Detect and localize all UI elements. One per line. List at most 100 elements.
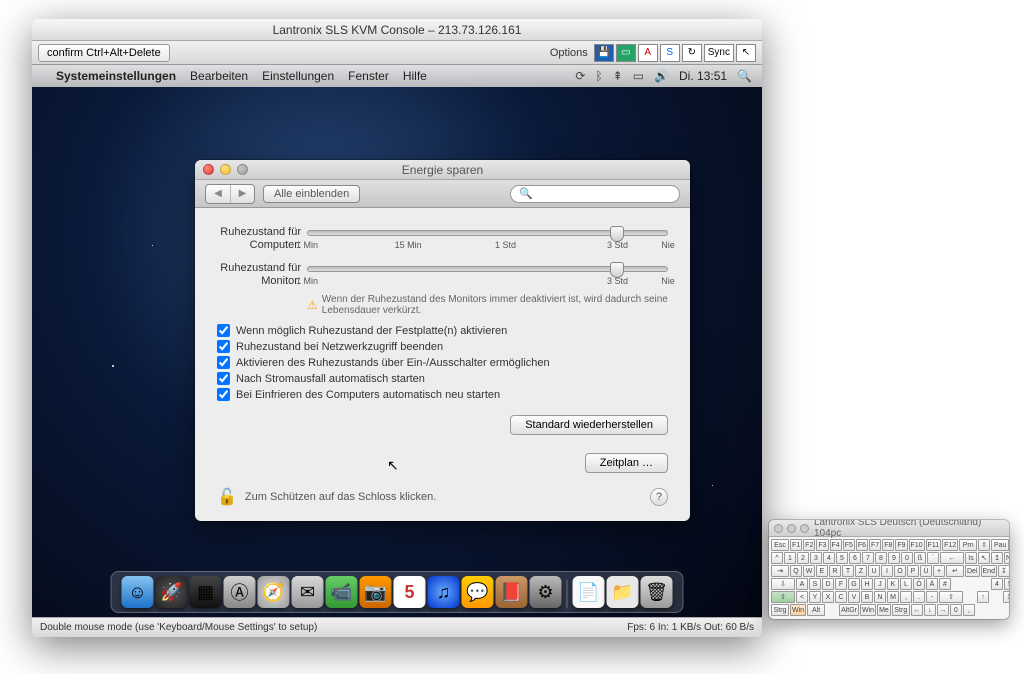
key-⇧[interactable]: ⇧ [939,591,963,603]
key-f12[interactable]: F12 [942,539,958,551]
key-↓[interactable]: ↓ [924,604,936,616]
key-j[interactable]: J [874,578,886,590]
key-´[interactable]: ´ [927,552,939,564]
key-pau[interactable]: Pau [991,539,1009,551]
dock-facetime[interactable]: 📹 [326,576,358,608]
minimize-button[interactable] [220,164,231,175]
key-n[interactable]: N [874,591,886,603]
check-freeze-restart-box[interactable] [217,388,230,401]
key-d[interactable]: D [822,578,834,590]
key-is[interactable]: Is [965,552,977,564]
key-f4[interactable]: F4 [830,539,842,551]
key-ü[interactable]: Ü [920,565,932,577]
airplay-icon[interactable]: ▭ [633,69,644,83]
refresh-icon[interactable]: ↻ [682,44,702,62]
key-m[interactable]: M [887,591,899,603]
key-p[interactable]: P [907,565,919,577]
dock-addressbook[interactable]: 📕 [496,576,528,608]
dock-photobooth[interactable]: 📷 [360,576,392,608]
key-+[interactable]: + [933,565,945,577]
help-button[interactable]: ? [650,488,668,506]
key-z[interactable]: Z [855,565,867,577]
key-a[interactable]: A [796,578,808,590]
confirm-cad-button[interactable]: confirm Ctrl+Alt+Delete [38,44,170,62]
key-5[interactable]: 5 [836,552,848,564]
key-ß[interactable]: ß [914,552,926,564]
key-i[interactable]: I [881,565,893,577]
key-y[interactable]: Y [809,591,821,603]
key-f8[interactable]: F8 [882,539,894,551]
key-x[interactable]: X [822,591,834,603]
key-0[interactable]: 0 [950,604,962,616]
sync-icon[interactable]: ⟳ [575,69,585,83]
key-g[interactable]: G [848,578,860,590]
key-f10[interactable]: F10 [909,539,925,551]
key-↵[interactable]: ↵ [946,565,964,577]
key-win[interactable]: Win [860,604,876,616]
key-←[interactable]: ← [911,604,923,616]
key-3[interactable]: 3 [810,552,822,564]
key-me[interactable]: Me [877,604,891,616]
text-a-icon[interactable]: A [638,44,658,62]
search-field[interactable]: 🔍 [510,185,680,203]
key-k[interactable]: K [887,578,899,590]
key-esc[interactable]: Esc [771,539,789,551]
key--[interactable]: - [926,591,938,603]
monitor-icon[interactable]: ▭ [616,44,636,62]
key-u[interactable]: U [868,565,880,577]
dock-finder[interactable]: ☺ [122,576,154,608]
key-↑[interactable]: ↑ [977,591,989,603]
key-4[interactable]: 4 [991,578,1003,590]
key-⇩[interactable]: ⇩ [771,578,795,590]
schedule-button[interactable]: Zeitplan … [585,453,668,473]
dock-itunes[interactable]: ♫ [428,576,460,608]
key-f[interactable]: F [835,578,847,590]
key-o[interactable]: O [894,565,906,577]
key-end[interactable]: End [981,565,997,577]
key-5[interactable]: 5 [1004,578,1009,590]
dock-ical[interactable]: 5 [394,576,426,608]
key-del[interactable]: Del [965,565,980,577]
wifi-icon[interactable]: ⇞ [613,69,623,83]
key-v[interactable]: V [848,591,860,603]
key-8[interactable]: 8 [875,552,887,564]
kb-close[interactable] [774,524,783,533]
key-⇧[interactable]: ⇧ [771,591,795,603]
dock-launchpad[interactable]: 🚀 [156,576,188,608]
key-f5[interactable]: F5 [843,539,855,551]
key-9[interactable]: 9 [888,552,900,564]
key-1[interactable]: 1 [784,552,796,564]
key-t[interactable]: T [842,565,854,577]
volume-icon[interactable]: 🔊 [654,69,669,83]
key-strg[interactable]: Strg [771,604,789,616]
key-c[interactable]: C [835,591,847,603]
key-↖[interactable]: ↖ [978,552,990,564]
key-ä[interactable]: Ä [926,578,938,590]
key-f3[interactable]: F3 [816,539,828,551]
sync-button[interactable]: Sync [704,44,734,62]
key-s[interactable]: S [809,578,821,590]
key-ö[interactable]: Ö [913,578,925,590]
key-r[interactable]: R [829,565,841,577]
show-all-button[interactable]: Alle einblenden [263,185,360,203]
key-h[interactable]: H [861,578,873,590]
key-⇥[interactable]: ⇥ [771,565,789,577]
key-f2[interactable]: F2 [803,539,815,551]
key-l[interactable]: L [900,578,912,590]
key-f9[interactable]: F9 [895,539,907,551]
back-button[interactable]: ◀ [206,185,230,203]
check-power-failure-box[interactable] [217,372,230,385]
key-q[interactable]: Q [790,565,802,577]
bluetooth-icon[interactable]: ᛒ [595,69,602,83]
dock-ichat[interactable]: 💬 [462,576,494,608]
dock-trash[interactable]: 🗑 [641,576,673,608]
key-0[interactable]: 0 [901,552,913,564]
dock-sysprefs[interactable]: ⚙ [530,576,562,608]
key-2[interactable]: 2 [797,552,809,564]
key-f7[interactable]: F7 [869,539,881,551]
dock-mail[interactable]: ✉ [292,576,324,608]
text-s-icon[interactable]: S [660,44,680,62]
key-7[interactable]: 7 [862,552,874,564]
key-alt[interactable]: Alt [807,604,825,616]
cursor-icon[interactable]: ↖ [736,44,756,62]
